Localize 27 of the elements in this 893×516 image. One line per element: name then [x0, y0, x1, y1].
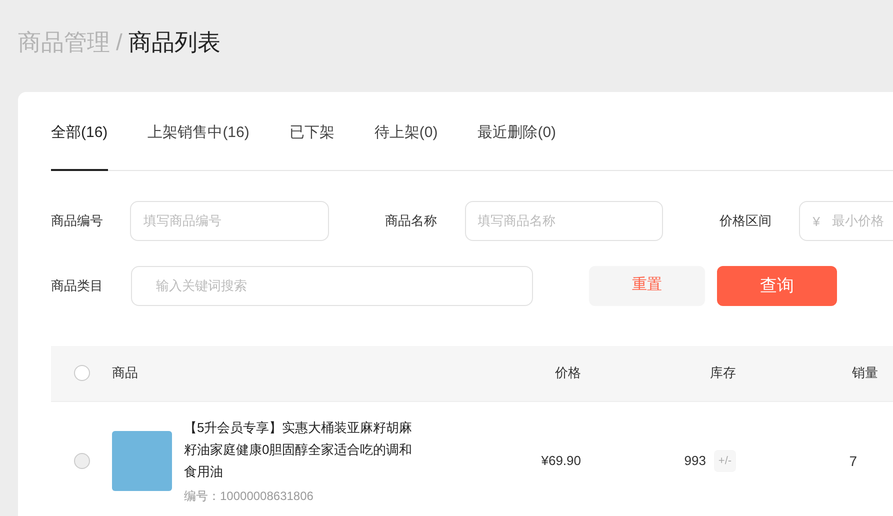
checkbox[interactable] — [74, 365, 90, 381]
breadcrumb-separator: / — [116, 28, 122, 57]
sales-cell-text: 7 — [848, 452, 857, 470]
checkbox[interactable] — [74, 453, 90, 469]
stock-cell-text: 993 — [684, 452, 706, 470]
product-title[interactable]: 【5升会员专享】实惠大桶装亚麻籽胡麻籽油家庭健康0胆固醇全家适合吃的调和食用油 — [184, 417, 424, 483]
field-label: 商品类目 — [51, 276, 104, 295]
tab[interactable]: 上架销售中(16) — [148, 122, 250, 170]
field-label: 商品名称 — [385, 212, 438, 230]
column-header: 商品 — [112, 364, 139, 382]
tab[interactable]: 最近删除(0) — [478, 122, 556, 170]
input-field[interactable]: 填写商品名称 — [464, 200, 664, 240]
photo-placeholder — [112, 431, 172, 491]
field-label: 商品编号 — [51, 212, 104, 230]
input-field[interactable]: 填写商品编号 — [130, 200, 330, 240]
page-title: 商品列表 — [128, 28, 220, 57]
column-header: 库存 — [709, 364, 736, 382]
tab[interactable]: 待上架(0) — [374, 122, 438, 170]
field-label: 价格区间 — [719, 212, 772, 230]
column-header: 价格 — [554, 364, 581, 382]
tab[interactable]: 全部(16) — [51, 122, 108, 170]
price-cell-text: ¥69.90 — [540, 452, 581, 470]
search-field[interactable]: 输入关键词搜索 — [131, 266, 533, 306]
column-header: 销量 — [851, 364, 878, 382]
currency-prefix: ¥ — [812, 212, 820, 230]
product-code: 编号：10000008631806 — [184, 488, 314, 505]
tab[interactable]: 已下架 — [289, 122, 334, 170]
